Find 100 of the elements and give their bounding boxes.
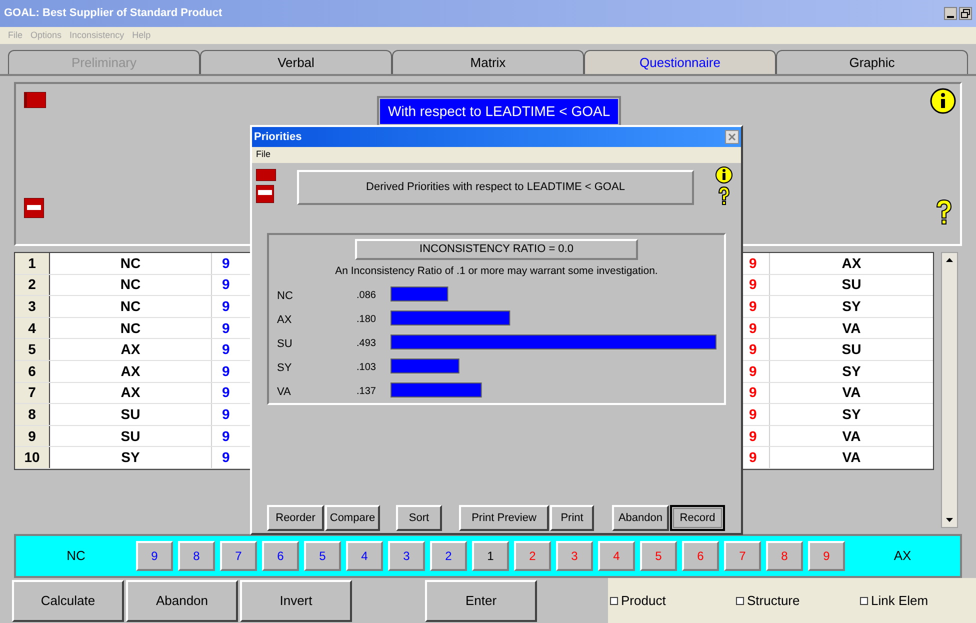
value-label: .180 <box>356 314 376 326</box>
table-cell: AX <box>50 360 212 382</box>
priority-bar <box>390 358 460 374</box>
value-label: .137 <box>356 386 376 398</box>
table-cell: NC <box>50 296 212 317</box>
dialog-button[interactable]: Record <box>670 505 725 531</box>
option-checkbox[interactable]: Product <box>610 591 736 611</box>
scale-left-label: NC <box>66 547 86 566</box>
table-cell: SU <box>50 426 212 446</box>
action-button[interactable]: Invert <box>240 580 352 622</box>
book-icon <box>24 92 46 108</box>
value-label: .103 <box>356 362 376 374</box>
category-label: SY <box>277 362 292 374</box>
table-cell-text: 9 <box>221 404 231 424</box>
priority-bar <box>390 286 448 302</box>
dialog-button[interactable]: Sort <box>396 505 442 531</box>
table-cell-text: SY <box>841 297 862 316</box>
dialog-button[interactable]: Print Preview <box>459 505 549 531</box>
table-cell-text: 9 <box>221 275 231 294</box>
category-label: AX <box>277 314 292 326</box>
dialog-button[interactable]: Print <box>550 505 594 531</box>
table-cell-text: AX <box>840 254 862 273</box>
table-cell-text: 9 <box>221 383 231 402</box>
row-number: 5 <box>15 339 50 360</box>
book-icon <box>256 169 276 181</box>
action-button[interactable]: Abandon <box>126 580 238 622</box>
table-cell-text: 9 <box>221 340 231 360</box>
dialog-title: Priorities <box>254 130 302 145</box>
table-cell-text: VA <box>841 426 862 446</box>
scale-button[interactable]: 3 <box>388 541 425 572</box>
minimize-icon <box>947 16 954 20</box>
category-label: SU <box>277 338 292 350</box>
tab[interactable]: Questionnaire <box>584 50 776 74</box>
row-number: 1 <box>15 253 50 274</box>
row-number: 6 <box>15 360 50 382</box>
scale-right-label: AX <box>892 547 912 566</box>
priorities-heading: Derived Priorities with respect to LEADTIME < GOAL <box>366 180 625 196</box>
row-number: 7 <box>15 382 50 404</box>
option-checkbox[interactable]: Structure <box>736 591 860 611</box>
scale-button[interactable]: 4 <box>346 541 383 572</box>
dialog-button[interactable]: Compare <box>325 505 380 531</box>
category-label: VA <box>277 386 291 398</box>
dialog-button[interactable]: Reorder <box>267 505 324 531</box>
inconsistency-ratio: INCONSISTENCY RATIO = 0.0 <box>420 242 574 257</box>
table-cell-text: VA <box>841 318 862 338</box>
inconsistency-note: An Inconsistency Ratio of .1 or more may warrant some investigation. <box>335 264 658 278</box>
criterion-heading: With respect to LEADTIME < GOAL <box>380 99 618 124</box>
table-cell-text: VA <box>841 448 862 468</box>
scale-button[interactable]: 1 <box>472 541 509 572</box>
row-number: 3 <box>15 296 50 317</box>
scale-button[interactable]: 6 <box>262 541 299 572</box>
tab[interactable]: Verbal <box>200 50 392 74</box>
scale-button[interactable]: 5 <box>304 541 341 572</box>
close-button[interactable] <box>725 130 739 144</box>
table-cell: SY <box>50 447 212 468</box>
abc-book-icon <box>256 185 274 203</box>
table-cell: SU <box>50 404 212 425</box>
table-cell-text: 9 <box>221 254 231 273</box>
table-cell-text: SU <box>840 275 862 294</box>
table-cell-text: 9 <box>221 297 231 316</box>
tab[interactable]: Graphic <box>776 50 968 74</box>
row-number: 10 <box>15 447 50 468</box>
table-cell-text: SY <box>841 404 862 424</box>
window-title: GOAL: Best Supplier of Standard Product <box>4 6 222 22</box>
scale-button[interactable]: 2 <box>430 541 467 572</box>
restore-icon <box>961 9 970 18</box>
table-cell-text: 9 <box>221 448 231 468</box>
row-number: 9 <box>15 426 50 446</box>
info-icon[interactable] <box>930 88 956 114</box>
table-cell: AX <box>50 382 212 404</box>
abc-book-icon <box>24 198 44 218</box>
scale-button[interactable]: 9 <box>136 541 173 572</box>
dialog-button[interactable]: Abandon <box>612 505 669 531</box>
table-cell-text: SY <box>841 362 862 381</box>
close-icon <box>728 133 736 141</box>
option-checkbox[interactable]: Link Elem <box>860 591 928 611</box>
table-cell-text: 9 <box>221 426 231 446</box>
menu-item[interactable]: File <box>256 148 271 162</box>
restore-button[interactable] <box>959 7 972 20</box>
category-label: NC <box>277 290 293 302</box>
tab[interactable]: Matrix <box>392 50 584 74</box>
value-label: .493 <box>356 338 376 350</box>
row-number: 2 <box>15 274 50 296</box>
table-cell-text: SU <box>840 340 862 360</box>
table-cell-text: 9 <box>221 362 231 381</box>
table-cell: AX <box>50 339 212 360</box>
row-number: 4 <box>15 318 50 338</box>
row-number: 8 <box>15 404 50 425</box>
value-label: .086 <box>356 290 376 302</box>
table-cell: NC <box>50 253 212 274</box>
scale-button[interactable]: 8 <box>178 541 215 572</box>
table-cell-text: VA <box>841 383 862 402</box>
action-button[interactable]: Calculate <box>12 580 124 622</box>
action-button[interactable]: Enter <box>425 580 537 622</box>
table-cell: NC <box>50 274 212 296</box>
minimize-button[interactable] <box>944 7 957 20</box>
scrollbar[interactable] <box>941 252 958 528</box>
scale-button[interactable]: 7 <box>220 541 257 572</box>
info-icon[interactable] <box>715 166 733 184</box>
table-cell-text: 9 <box>221 318 231 338</box>
